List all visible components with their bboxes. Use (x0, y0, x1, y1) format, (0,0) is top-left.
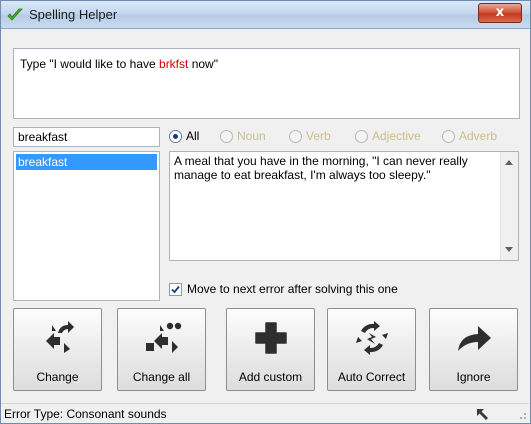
radio-dot (289, 129, 302, 143)
checkmark-icon (171, 285, 180, 293)
window-title: Spelling Helper (29, 7, 118, 22)
radio-label: Adverb (459, 129, 498, 143)
radio-dot (220, 129, 233, 143)
radio-verb[interactable]: Verb (289, 129, 331, 143)
title-bar[interactable]: Spelling Helper x (1, 1, 530, 29)
radio-all[interactable]: All (169, 129, 199, 143)
change-all-button[interactable]: Change all (117, 308, 206, 391)
plus-icon (255, 322, 287, 354)
close-button[interactable]: x (478, 3, 522, 23)
ignore-label: Ignore (456, 370, 491, 384)
radio-label: Noun (237, 129, 266, 143)
spelling-helper-window: Spelling Helper x Type "I would like to … (0, 0, 531, 424)
radio-label: Adjective (372, 129, 421, 143)
radio-adjective[interactable]: Adjective (355, 129, 421, 143)
radio-adverb[interactable]: Adverb (442, 129, 497, 143)
move-next-checkbox[interactable] (169, 282, 182, 296)
suggestion-item[interactable]: breakfast (16, 154, 157, 170)
change-button[interactable]: Change (13, 308, 102, 391)
prompt-text-box[interactable]: Type "I would like to have brkfst now" (13, 48, 520, 119)
checkmark-icon (7, 8, 23, 21)
scroll-down-arrow-icon[interactable] (505, 247, 513, 252)
status-bar: Error Type: Consonant sounds (1, 403, 530, 423)
radio-dot (442, 129, 455, 143)
auto-correct-button[interactable]: Auto Correct (327, 308, 416, 391)
auto-correct-icon (356, 321, 388, 355)
ignore-button[interactable]: Ignore (429, 308, 518, 391)
definition-scrollbar[interactable] (500, 152, 518, 260)
word-input[interactable] (13, 127, 160, 147)
resize-grip-icon[interactable] (517, 410, 527, 420)
change-icon (46, 321, 74, 353)
prompt-text-after: now" (188, 57, 218, 71)
action-buttons: Change Change all Add custom Auto Correc… (13, 308, 520, 391)
radio-label: Verb (306, 129, 331, 143)
change-all-icon (146, 322, 182, 353)
arrow-right-icon (458, 326, 491, 351)
radio-noun[interactable]: Noun (220, 129, 266, 143)
change-label: Change (36, 370, 79, 384)
suggestions-list[interactable]: breakfast (13, 151, 160, 301)
auto-correct-label: Auto Correct (337, 370, 406, 384)
definition-text: A meal that you have in the morning, "I … (174, 154, 468, 182)
add-custom-label: Add custom (238, 370, 303, 384)
radio-dot (355, 129, 368, 143)
definition-box[interactable]: A meal that you have in the morning, "I … (169, 151, 519, 261)
radio-dot (169, 129, 182, 143)
prompt-text-before: Type "I would like to have (20, 57, 160, 71)
misspelled-word[interactable]: brkfst (159, 57, 188, 71)
change-all-label: Change all (132, 370, 191, 384)
word-type-filter: All Noun Verb Adjective Adverb (169, 129, 519, 147)
expand-arrow-icon[interactable] (475, 407, 491, 423)
scroll-up-arrow-icon[interactable] (505, 160, 513, 165)
status-text: Error Type: Consonant sounds (4, 407, 167, 421)
radio-label: All (186, 129, 200, 143)
move-next-label: Move to next error after solving this on… (187, 282, 398, 296)
move-next-option[interactable]: Move to next error after solving this on… (169, 282, 398, 296)
add-custom-button[interactable]: Add custom (226, 308, 315, 391)
